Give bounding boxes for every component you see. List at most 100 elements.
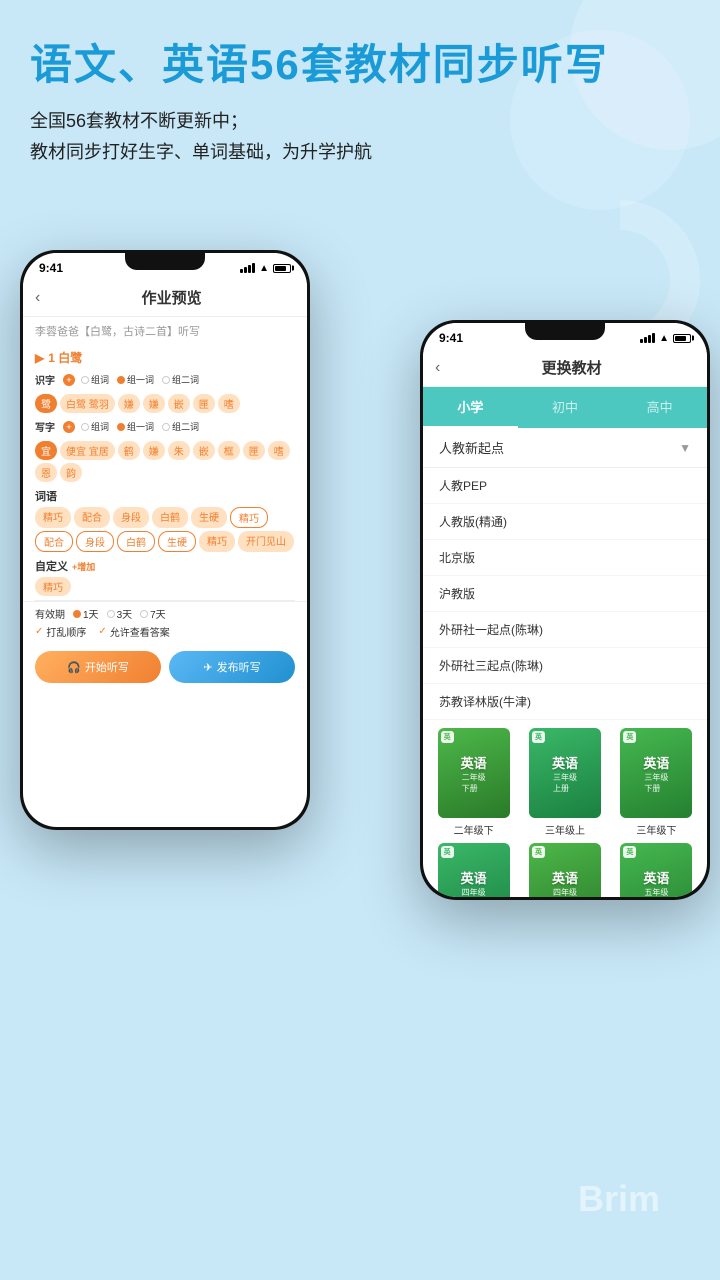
validity-3day-dot [107,610,115,618]
textbook-label-0: 二年级下 [454,822,494,837]
write-chars: 宜 便宜 宜居 鹤 嫌 朱 嵌 框 匣 嗜 恩 韵 [23,439,307,486]
radio-two-words-dot [162,376,170,384]
textbook-cover-1: 英 英语 三年级上册 [529,728,601,818]
recognize-label: 识字 [35,372,59,387]
check-row: ✓ 打乱顺序 ✓ 允许查看答案 [35,624,295,639]
write-radio-one-word[interactable]: 组一词 [117,420,154,433]
write-char-6: 嵌 [193,441,215,460]
phone-right: 9:41 ▲ ‹ 更换教材 小学 [420,320,710,900]
textbook-grid: 英 英语 二年级下册 二年级下 英 英语 [423,720,707,897]
char-tag-2: 白鹭 鹭羽 [60,394,115,413]
custom-tag-1: 精巧 [35,577,71,596]
textbook-item-1[interactable]: 英 英语 三年级上册 三年级上 [522,728,607,837]
validity-7day-dot [140,610,148,618]
phone-left: 9:41 ▲ ‹ 作业预览 李蓉爸爸【 [20,250,310,830]
textbook-cover-5: 英 英语 五年级上册 [620,843,692,897]
write-char-8: 匣 [243,441,265,460]
tab-high[interactable]: 高中 [612,387,707,428]
back-button-left[interactable]: ‹ [35,289,40,307]
textbook-cover-0: 英 英语 二年级下册 [438,728,510,818]
menu-item-4[interactable]: 外研社一起点(陈琳) [423,612,707,648]
char-tag-7: 嗜 [218,394,240,413]
textbook-item-2[interactable]: 英 英语 三年级下册 三年级下 [614,728,699,837]
tab-middle[interactable]: 初中 [518,387,613,428]
textbook-cover-4: 英 英语 四年级下册 [529,843,601,897]
write-label: 写字 [35,419,59,434]
battery-icon-right [673,334,691,343]
status-icons-left: ▲ [240,263,291,274]
tab-bar-right: 小学 初中 高中 [423,387,707,428]
publish-dictation-button[interactable]: ✈ 发布听写 [169,651,295,683]
write-radio-label-2: 组一词 [127,420,154,433]
write-radio-two-words[interactable]: 组二词 [162,420,199,433]
menu-item-5[interactable]: 外研社三起点(陈琳) [423,648,707,684]
start-dictation-button[interactable]: 🎧 开始听写 [35,651,161,683]
validity-3day[interactable]: 3天 [107,606,133,621]
validity-1day-label: 1天 [83,606,99,621]
textbook-item-3[interactable]: 英 英语 四年级上册 四年级上 [431,843,516,897]
validity-7day[interactable]: 7天 [140,606,166,621]
book-badge-5: 英 [623,846,636,858]
radio-one-word[interactable]: 组一词 [117,373,154,386]
validity-section: 有效期 1天 3天 7天 [23,601,307,643]
menu-item-1[interactable]: 人教版(精通) [423,504,707,540]
validity-3day-label: 3天 [117,606,133,621]
char-tag-1: 鹭 [35,394,57,413]
write-radio-group-word[interactable]: 组词 [81,420,109,433]
textbook-dropdown[interactable]: 人教新起点 ▼ [423,428,707,468]
publish-icon: ✈ [203,661,212,674]
validity-7day-label: 7天 [150,606,166,621]
back-button-right[interactable]: ‹ [435,359,440,377]
radio-two-words[interactable]: 组二词 [162,373,199,386]
textbook-item-4[interactable]: 英 英语 四年级下册 四年级下 [522,843,607,897]
check-shuffle-icon: ✓ [35,626,43,637]
book-subtitle-5: 五年级上册 [644,887,668,898]
tab-elementary[interactable]: 小学 [423,387,518,428]
book-title-text-4: 英语 [552,868,578,887]
write-char-3: 鹤 [118,441,140,460]
vocab-tag-7: 配合 [35,531,73,552]
check-shuffle-label: 打乱顺序 [46,624,86,639]
book-title-text-0: 英语 [461,753,487,772]
textbook-menu-list: 人教PEP 人教版(精通) 北京版 沪教版 外研社一起点(陈琳) 外研社三起点(… [423,468,707,720]
add-recognize-btn[interactable]: + [63,374,75,386]
lesson-ref: 李蓉爸爸【白鹭，古诗二首】听写 [23,317,307,345]
wifi-icon-right: ▲ [659,333,669,344]
write-char-4: 嫌 [143,441,165,460]
section-name: 1 白鹭 [48,349,82,366]
phone-notch-left [125,250,205,270]
menu-item-2[interactable]: 北京版 [423,540,707,576]
radio-group-word[interactable]: 组词 [81,373,109,386]
write-char-10: 恩 [35,463,57,482]
write-char-7: 框 [218,441,240,460]
recognize-chars: 鹭 白鹭 鹭羽 嫌 嫌 嵌 匣 嗜 [23,392,307,417]
custom-add-btn[interactable]: +增加 [72,560,95,573]
custom-title: 自定义 +增加 [35,558,295,574]
signal-icon [240,263,255,273]
menu-item-6[interactable]: 苏教译林版(牛津) [423,684,707,720]
subtitle-line1: 全国56套教材不断更新中； [30,106,690,137]
textbook-item-5[interactable]: 英 英语 五年级上册 五年级上 [614,843,699,897]
vocab-title: 词语 [35,488,295,504]
textbook-cover-3: 英 英语 四年级上册 [438,843,510,897]
menu-item-0[interactable]: 人教PEP [423,468,707,504]
custom-section: 自定义 +增加 精巧 [23,554,307,600]
vocab-tag-12: 开门见山 [238,531,294,552]
validity-1day[interactable]: 1天 [73,606,99,621]
textbook-item-0[interactable]: 英 英语 二年级下册 二年级下 [431,728,516,837]
book-subtitle-1: 三年级上册 [553,772,577,794]
menu-item-3[interactable]: 沪教版 [423,576,707,612]
publish-label: 发布听写 [217,659,261,675]
vocab-tag-10: 生硬 [158,531,196,552]
write-radio-dot-1 [81,423,89,431]
add-write-btn[interactable]: + [63,421,75,433]
vocab-tag-6: 精巧 [230,507,268,528]
left-screen-content: 李蓉爸爸【白鹭，古诗二首】听写 ▶ 1 白鹭 识字 + 组词 [23,317,307,827]
write-char-9: 嗜 [268,441,290,460]
vocab-tag-8: 身段 [76,531,114,552]
check-shuffle[interactable]: ✓ 打乱顺序 [35,624,86,639]
status-time-right: 9:41 [439,331,463,345]
char-tag-4: 嫌 [143,394,165,413]
vocab-tag-1: 精巧 [35,507,71,528]
check-view-answer[interactable]: ✓ 允许查看答案 [98,624,169,639]
